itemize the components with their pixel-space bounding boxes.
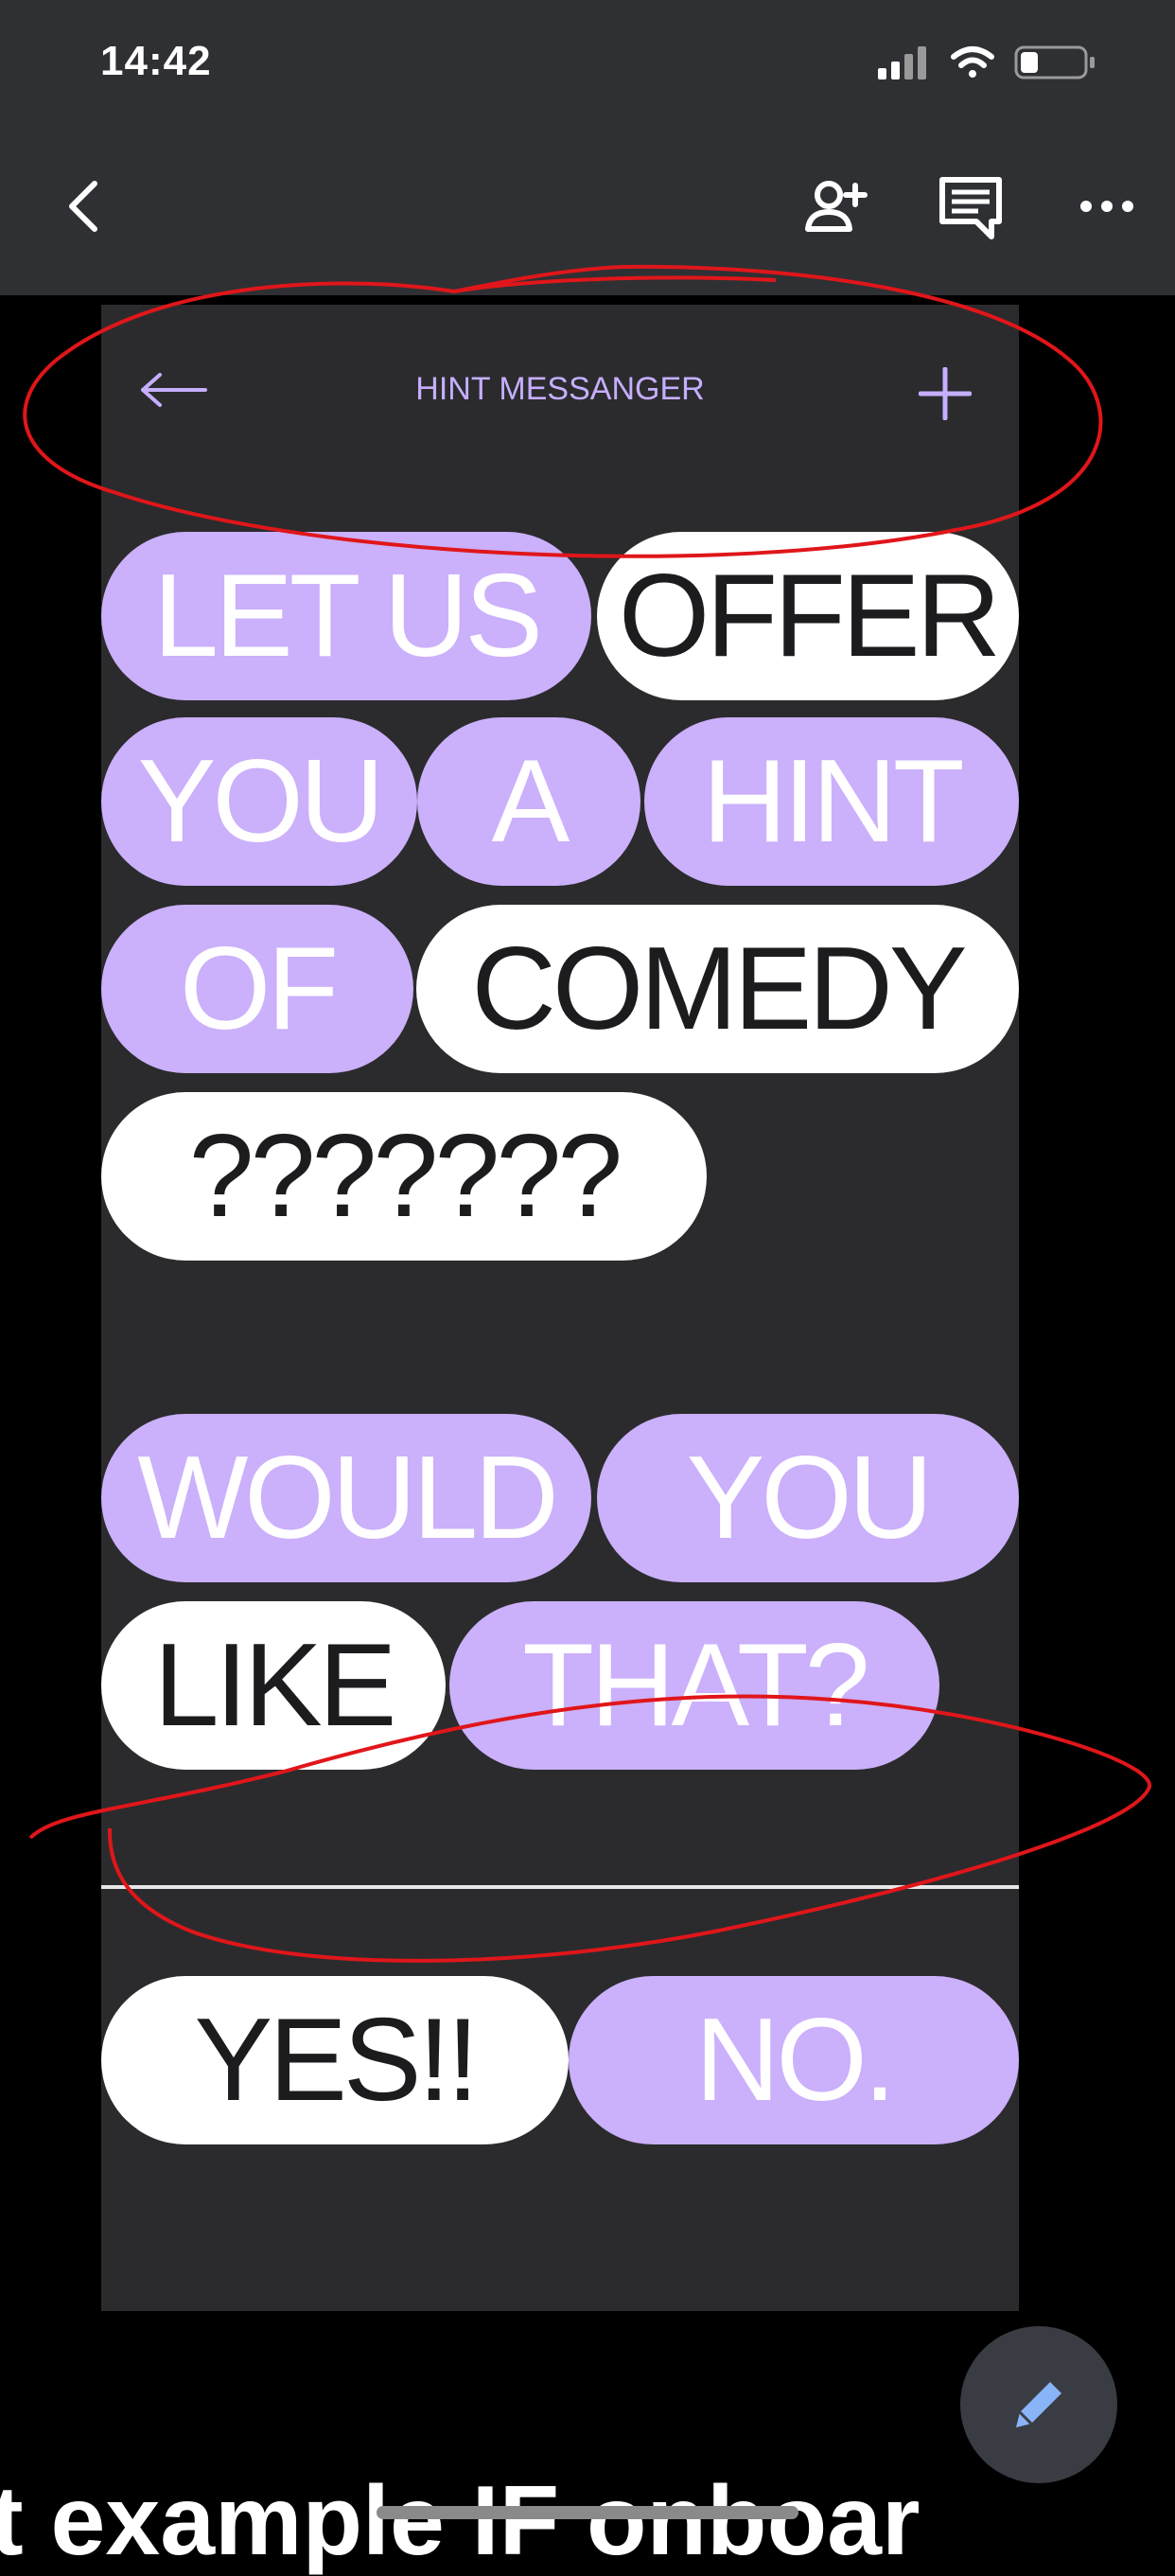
wifi-icon <box>951 46 994 78</box>
mockup-artboard: HINT MESSANGER LET US OFFER YOU A HINT O… <box>101 305 1019 2311</box>
word-bubble: HINT <box>644 717 1019 886</box>
add-person-icon[interactable] <box>797 168 872 244</box>
top-app-bar <box>0 123 1175 295</box>
word-bubble: YOU <box>101 717 417 886</box>
word-bubble: YOU <box>597 1414 1019 1582</box>
word-bubble: A <box>417 717 640 886</box>
word-bubble: WOULD <box>101 1414 591 1582</box>
divider <box>101 1885 1019 1889</box>
word-bubble: COMEDY <box>416 905 1019 1073</box>
answer-yes-bubble: YES!! <box>101 1976 569 2144</box>
word-bubble: ??????? <box>101 1092 707 1261</box>
word-bubble: LET US <box>101 532 591 700</box>
more-horizontal-icon[interactable] <box>1069 168 1145 244</box>
cellular-signal-icon <box>878 46 926 79</box>
word-bubble: OF <box>101 905 413 1073</box>
edit-fab-button[interactable] <box>960 2326 1117 2483</box>
home-indicator <box>377 2506 798 2519</box>
answer-no-bubble: NO. <box>569 1976 1019 2144</box>
word-bubble: OFFER <box>597 532 1019 700</box>
chevron-left-icon[interactable] <box>47 168 123 244</box>
word-bubble: LIKE <box>101 1601 446 1770</box>
word-bubble: THAT? <box>449 1601 939 1770</box>
document-content: HINT MESSANGER LET US OFFER YOU A HINT O… <box>0 295 1175 2544</box>
document-body-text-cutoff: t example IF onboar <box>0 2466 921 2576</box>
plus-icon <box>919 367 972 420</box>
app-header-title: HINT MESSANGER <box>415 371 705 407</box>
status-time: 14:42 <box>100 38 212 84</box>
status-icons <box>878 45 1095 79</box>
battery-icon <box>1014 45 1095 79</box>
comment-icon[interactable] <box>933 168 1008 244</box>
status-bar: 14:42 <box>0 0 1175 123</box>
pencil-icon <box>1016 2382 1061 2427</box>
